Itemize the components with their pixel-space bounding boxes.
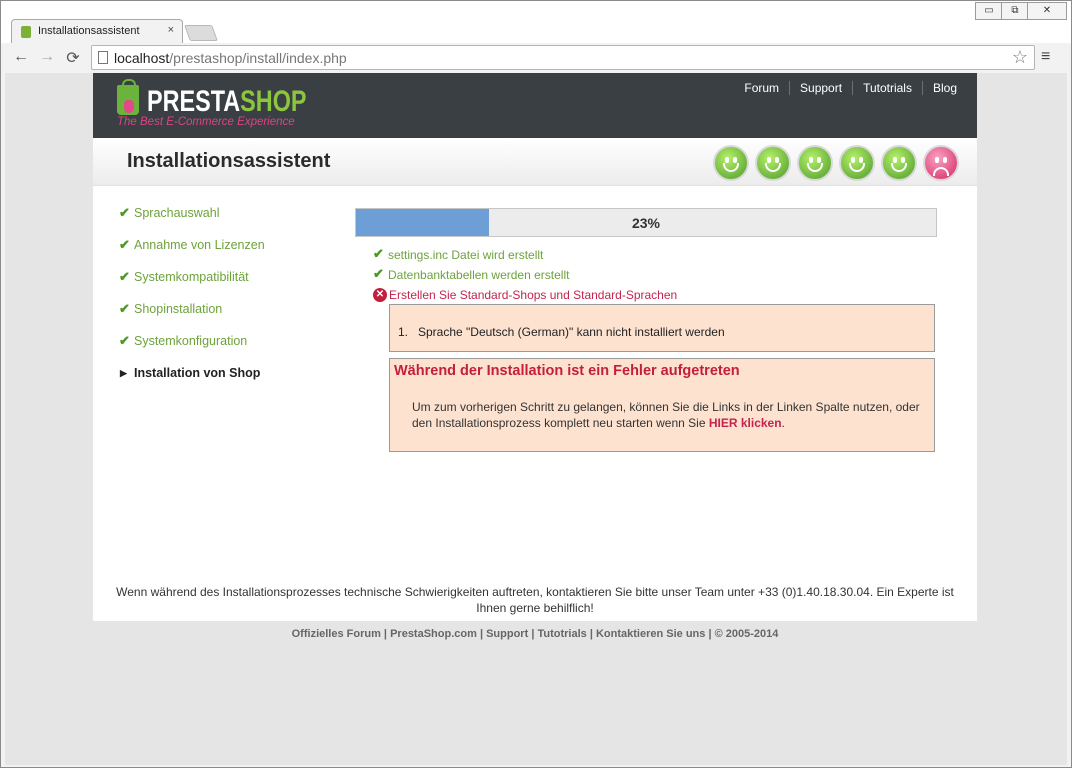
title-bar: Installationsassistent [93, 138, 977, 186]
page-viewport: PRESTASHOP The Best E-Commerce Experienc… [5, 73, 1067, 765]
menu-icon[interactable]: ≡ [1041, 49, 1055, 65]
close-window-button[interactable]: ✕ [1027, 2, 1067, 20]
error-message: Sprache "Deutsch (German)" kann nicht in… [418, 325, 725, 339]
checkmark-icon: ✔ [119, 237, 130, 252]
cursor-hand-logo-icon [124, 100, 134, 113]
reload-icon[interactable]: ⟳ [63, 48, 83, 68]
browser-window: Installationsassistent × ▭ ⧉ ✕ ← → ⟳ loc… [0, 0, 1072, 768]
support-note: Wenn während des Installationsprozesses … [116, 585, 954, 615]
nav-tutorials-link[interactable]: Tutotrials [852, 81, 922, 95]
happy-smiley-icon [881, 145, 917, 181]
progress-bar: 23% [355, 208, 937, 237]
happy-smiley-icon [755, 145, 791, 181]
footer-prestashop-link[interactable]: PrestaShop.com [390, 628, 477, 640]
footer-contact-link[interactable]: Kontaktieren Sie uns [596, 628, 705, 640]
error-title: Während der Installation ist ein Fehler … [394, 363, 740, 379]
top-nav: Forum Support Tutotrials Blog [734, 81, 957, 95]
footer-support-link[interactable]: Support [486, 628, 528, 640]
logo-tagline: The Best E-Commerce Experience [117, 116, 295, 128]
checkmark-icon: ✔ [373, 246, 384, 261]
browser-toolbar: ← → ⟳ localhost/prestashop/install/index… [1, 43, 1071, 73]
checkmark-icon: ✔ [119, 269, 130, 284]
happy-smiley-icon [839, 145, 875, 181]
copyright: © 2005-2014 [714, 628, 779, 640]
error-icon: ✕ [373, 288, 387, 302]
page-title: Installationsassistent [127, 150, 331, 172]
error-box: Während der Installation ist ein Fehler … [389, 358, 935, 452]
maximize-button[interactable]: ⧉ [1001, 2, 1029, 20]
address-bar[interactable]: localhost/prestashop/install/index.php ☆ [91, 45, 1035, 70]
footer-forum-link[interactable]: Offizielles Forum [292, 628, 381, 640]
footer-links: Offizielles Forum | PrestaShop.com | Sup… [291, 628, 779, 640]
tab-strip: Installationsassistent × ▭ ⧉ ✕ [1, 1, 1071, 43]
happy-smiley-icon [713, 145, 749, 181]
nav-blog-link[interactable]: Blog [921, 81, 957, 95]
error-number: 1. [398, 325, 409, 339]
restart-link[interactable]: HIER klicken [709, 416, 782, 430]
prestashop-favicon-icon [21, 26, 31, 38]
checkmark-icon: ✔ [119, 205, 130, 220]
back-arrow-icon[interactable]: ← [11, 48, 31, 66]
site-header: PRESTASHOP The Best E-Commerce Experienc… [93, 73, 977, 138]
checkmark-icon: ✔ [373, 266, 384, 281]
checkmark-icon: ✔ [119, 301, 130, 316]
progress-label: 23% [631, 215, 661, 231]
forward-arrow-icon[interactable]: → [37, 48, 57, 66]
browser-tab[interactable]: Installationsassistent × [11, 19, 183, 43]
tab-title: Installationsassistent [38, 25, 140, 37]
new-tab-button[interactable] [184, 25, 218, 41]
page-icon [98, 51, 108, 64]
error-body: Um zum vorherigen Schritt zu gelangen, k… [412, 400, 920, 430]
nav-forum-link[interactable]: Forum [734, 81, 789, 95]
happy-smiley-icon [797, 145, 833, 181]
bookmark-star-icon[interactable]: ☆ [1012, 47, 1028, 68]
install-page: PRESTASHOP The Best E-Commerce Experienc… [93, 73, 977, 621]
install-content: ✔ Sprachauswahl ✔ Annahme von Lizenzen ✔ Sy… [93, 186, 977, 621]
prestashop-logo[interactable]: PRESTASHOP [147, 85, 307, 119]
url-text: localhost/prestashop/install/index.php [114, 50, 347, 66]
nav-support-link[interactable]: Support [789, 81, 853, 95]
footer-tutorials-link[interactable]: Tutotrials [537, 628, 586, 640]
error-list: 1. Sprache "Deutsch (German)" kann nicht… [389, 304, 935, 352]
sad-smiley-icon [923, 145, 959, 181]
checkmark-icon: ✔ [119, 333, 130, 348]
arrow-right-icon: ▶ [120, 368, 127, 378]
status-smileys [707, 145, 959, 181]
tab-close-icon[interactable]: × [168, 24, 174, 36]
minimize-button[interactable]: ▭ [975, 2, 1003, 20]
